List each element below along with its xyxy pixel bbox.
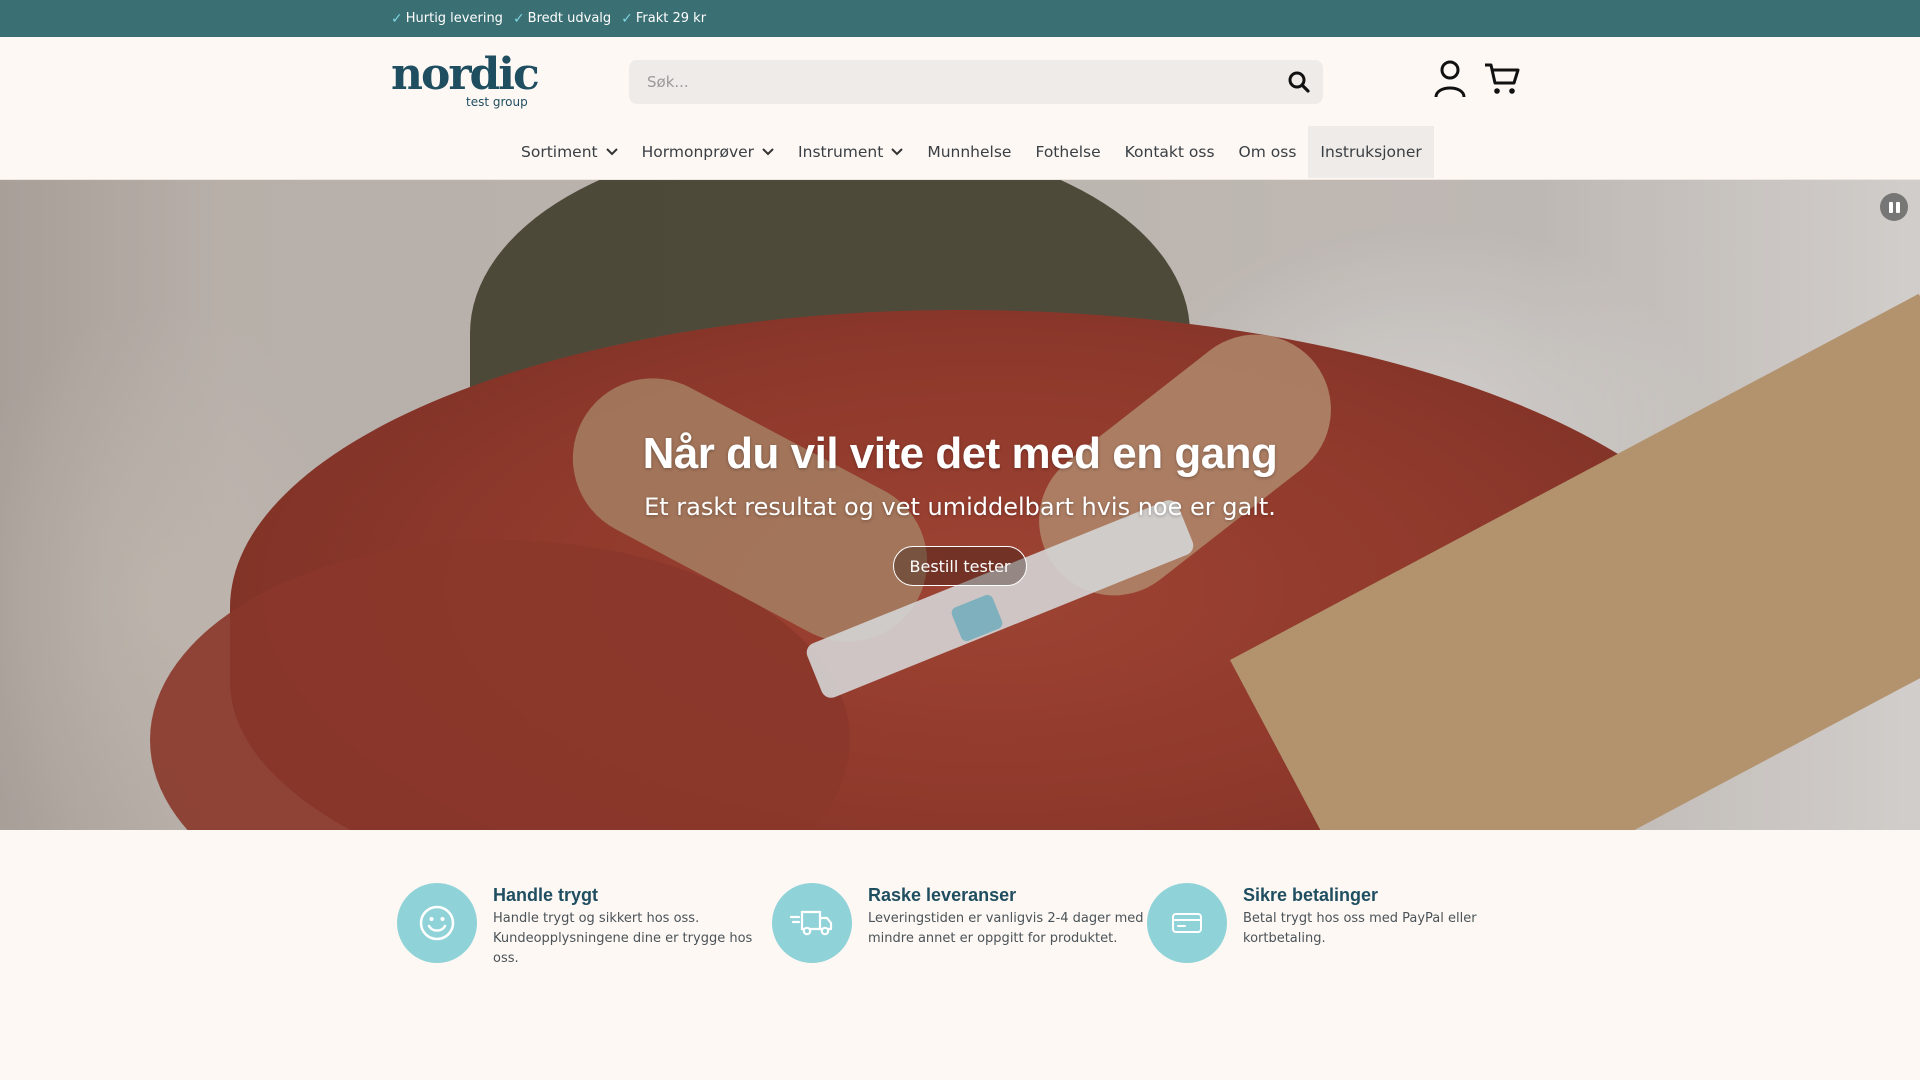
usp-item: ✓ Bredt udvalg (513, 11, 611, 27)
feature-title: Handle trygt (493, 885, 599, 905)
nav-item-sortiment[interactable]: Sortiment (509, 126, 630, 178)
usp-label: Hurtig levering (405, 11, 503, 26)
logo-wordmark: nordic (391, 49, 540, 100)
usp-label: Bredt udvalg (527, 11, 612, 26)
nav-item-hormonprover[interactable]: Hormonprøver (630, 126, 786, 178)
feature-title: Raske leveranser (868, 885, 1017, 905)
nav-item-label: Hormonprøver (641, 143, 755, 161)
order-tests-button[interactable]: Bestill tester (893, 546, 1027, 586)
nav-item-label: Fothelse (1035, 143, 1101, 161)
usp-item: ✓ Frakt 29 kr (621, 11, 706, 27)
nav-item-munnhelse[interactable]: Munnhelse (915, 126, 1023, 178)
cart-button[interactable] (1483, 61, 1521, 97)
chevron-down-icon (605, 148, 618, 156)
search-bar (629, 60, 1323, 104)
hero-subtitle: Et raskt resultat og vet umiddelbart hvi… (644, 493, 1276, 521)
nav-item-kontakt-oss[interactable]: Kontakt oss (1113, 126, 1227, 178)
nav-item-fothelse[interactable]: Fothelse (1023, 126, 1112, 178)
nav-item-label: Instrument (798, 143, 884, 161)
nav-item-instrument[interactable]: Instrument (786, 126, 915, 178)
credit-card-icon (1172, 913, 1202, 933)
nav-item-om-oss[interactable]: Om oss (1227, 126, 1309, 178)
chevron-down-icon (762, 148, 774, 156)
pause-icon (1895, 201, 1900, 213)
usp-label: Frakt 29 kr (635, 11, 707, 26)
search-input[interactable] (647, 60, 1247, 104)
feature-icon-circle (772, 883, 852, 963)
slideshow-pause-button[interactable] (1880, 193, 1908, 221)
site-header: nordic test group Sortiment Hormo (0, 37, 1920, 180)
feature-text: Betal trygt hos oss med PayPal eller kor… (1243, 911, 1477, 946)
usp-list: ✓ Hurtig levering ✓ Bredt udvalg ✓ Frakt… (391, 0, 706, 37)
feature-item: Raske leveranser Leveringstiden er vanli… (772, 883, 1144, 983)
truck-icon (790, 910, 833, 936)
nav-item-label: Sortiment (521, 143, 598, 161)
main-nav: Sortiment Hormonprøver Instrument Munnhe… (509, 126, 1434, 178)
feature-list: Handle trygt Handle trygt og sikkert hos… (397, 883, 1527, 983)
feature-item: Sikre betalinger Betal trygt hos oss med… (1147, 883, 1517, 983)
feature-text: Leveringstiden er vanligvis 2-4 dager me… (868, 911, 1144, 946)
feature-icon-circle (397, 883, 477, 963)
nav-item-instruksjoner[interactable]: Instruksjoner (1308, 126, 1434, 178)
smiley-icon (419, 905, 455, 941)
nav-item-label: Munnhelse (927, 143, 1012, 161)
cart-icon (1485, 63, 1520, 94)
check-icon: ✓ (621, 10, 633, 27)
feature-text: Handle trygt og sikkert hos oss. Kundeop… (493, 911, 753, 966)
feature-title: Sikre betalinger (1243, 885, 1379, 905)
feature-icon-circle (1147, 883, 1227, 963)
logo-tagline: test group (466, 95, 528, 109)
nav-item-label: Kontakt oss (1124, 143, 1215, 161)
announcement-bar: ✓ Hurtig levering ✓ Bredt udvalg ✓ Frakt… (0, 0, 1920, 37)
feature-item: Handle trygt Handle trygt og sikkert hos… (397, 883, 767, 983)
pause-icon (1888, 201, 1893, 213)
search-icon (1288, 71, 1310, 93)
usp-item: ✓ Hurtig levering (391, 11, 503, 27)
nav-item-label: Om oss (1238, 143, 1297, 161)
search-button[interactable] (1285, 68, 1313, 96)
account-button[interactable] (1433, 59, 1467, 99)
hero-banner: Når du vil vite det med en gang Et raskt… (0, 180, 1920, 830)
user-icon (1434, 60, 1466, 98)
site-logo[interactable]: nordic test group (391, 49, 540, 110)
chevron-down-icon (891, 148, 904, 156)
hero-title: Når du vil vite det med en gang (642, 429, 1278, 478)
check-icon: ✓ (391, 10, 403, 27)
nav-item-label: Instruksjoner (1320, 143, 1422, 161)
check-icon: ✓ (512, 10, 525, 27)
